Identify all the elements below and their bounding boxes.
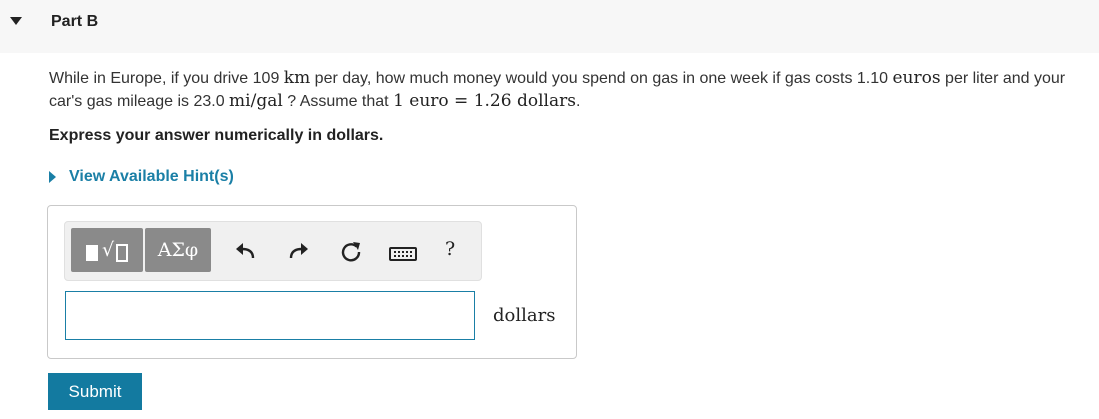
redo-icon[interactable] <box>287 240 311 264</box>
answer-unit: dollars <box>493 305 556 326</box>
part-header[interactable]: Part B <box>0 0 1099 53</box>
keyboard-icon[interactable] <box>389 247 417 261</box>
answer-instruction: Express your answer numerically in dolla… <box>49 127 384 144</box>
part-title: Part B <box>51 13 99 30</box>
cursor-block-icon <box>85 245 98 261</box>
math-conversion: 1 euro = 1.26 dollars <box>393 91 576 111</box>
math-unit-euros: euros <box>892 68 941 88</box>
undo-icon[interactable] <box>233 240 257 264</box>
math-unit-mpg: mi/gal <box>229 91 283 111</box>
view-hints-link[interactable]: View Available Hint(s) <box>49 168 234 186</box>
greek-symbols-button[interactable]: ΑΣφ <box>145 228 211 272</box>
question-text: While in Europe, if you drive 109 km per… <box>49 68 1066 111</box>
view-hints-label: View Available Hint(s) <box>69 168 234 185</box>
help-button[interactable]: ? <box>445 238 455 260</box>
submit-button[interactable]: Submit <box>48 373 142 410</box>
sqrt-icon: √ <box>101 239 115 261</box>
reset-icon[interactable] <box>339 240 363 264</box>
math-toolbar: √ ΑΣφ ? <box>64 221 482 281</box>
math-unit-km: km <box>283 68 311 88</box>
templates-button[interactable]: √ <box>71 228 143 272</box>
expand-caret-icon <box>49 171 56 183</box>
placeholder-box-icon <box>116 244 129 262</box>
collapse-caret-icon[interactable] <box>10 17 22 25</box>
answer-input[interactable] <box>65 291 475 340</box>
